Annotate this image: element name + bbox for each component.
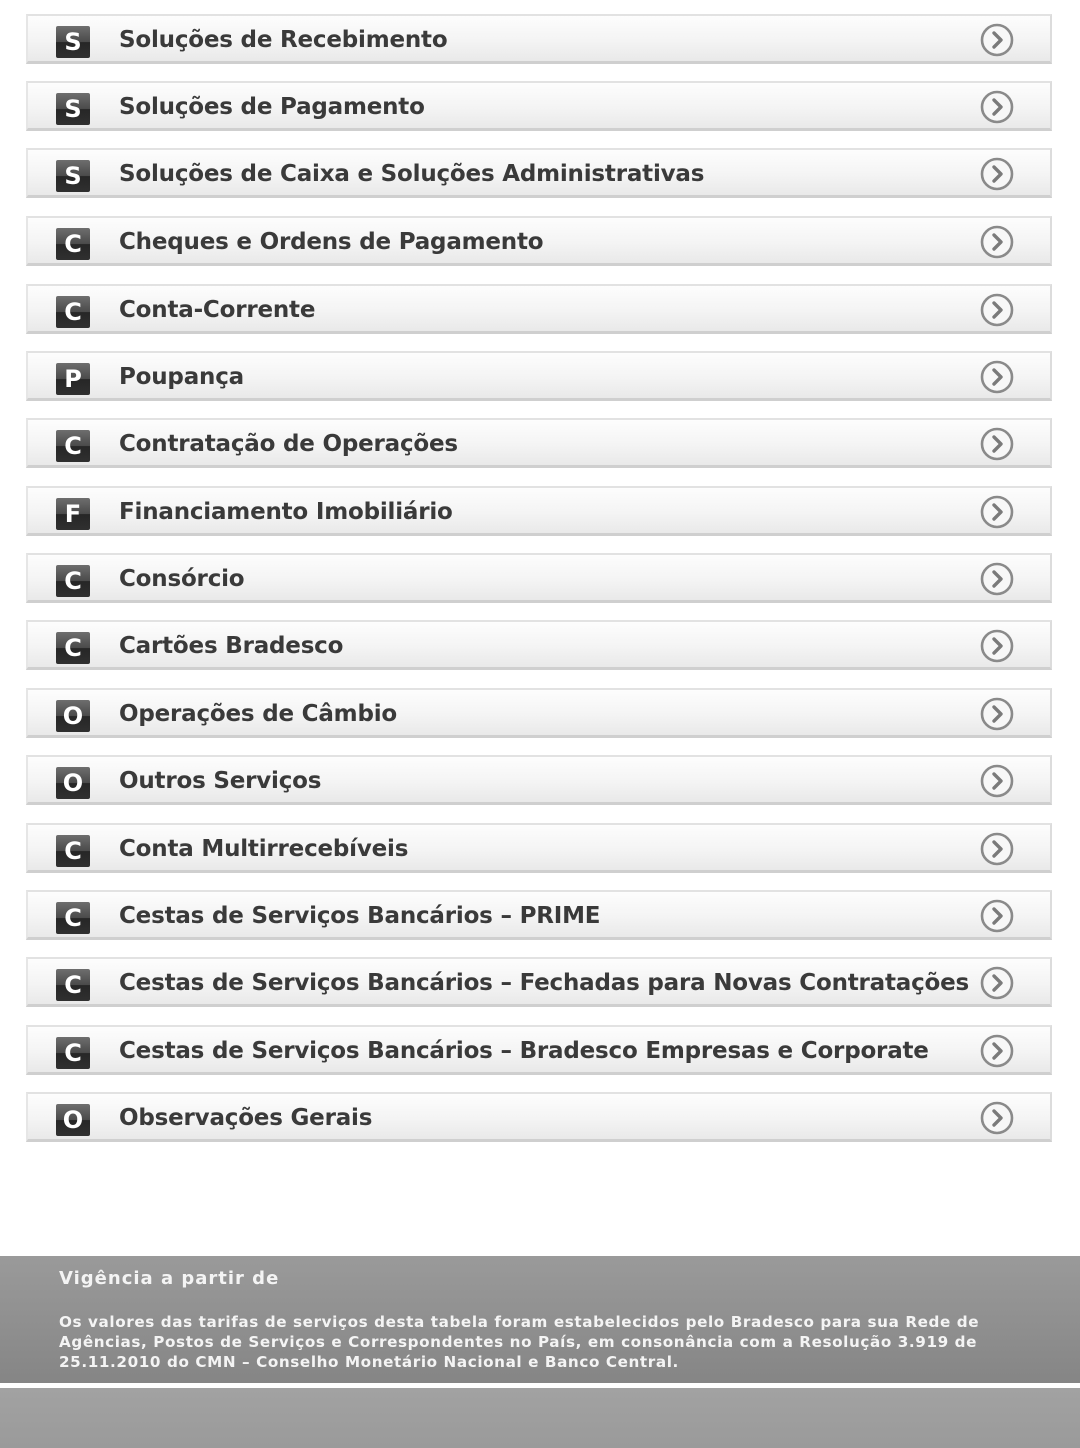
bottom-band	[0, 1388, 1080, 1448]
category-letter-badge: S	[56, 160, 90, 192]
chevron-right-circle-icon[interactable]	[980, 293, 1014, 327]
category-letter-badge: O	[56, 767, 90, 799]
chevron-right-circle-icon[interactable]	[980, 427, 1014, 461]
menu-item-label: Contratação de Operações	[119, 431, 458, 457]
menu-item[interactable]: S Soluções de Recebimento	[26, 14, 1052, 64]
category-letter-badge: S	[56, 93, 90, 125]
chevron-right-circle-icon[interactable]	[980, 899, 1014, 933]
menu-item-label: Soluções de Recebimento	[119, 27, 448, 53]
chevron-right-circle-icon[interactable]	[980, 23, 1014, 57]
menu-item-label: Consórcio	[119, 566, 245, 592]
menu-item-label: Cestas de Serviços Bancários – PRIME	[119, 903, 601, 929]
chevron-right-circle-icon[interactable]	[980, 764, 1014, 798]
chevron-right-circle-icon[interactable]	[980, 629, 1014, 663]
category-letter-badge: C	[56, 1037, 90, 1069]
tariff-disclaimer: Os valores das tarifas de serviços desta…	[59, 1313, 980, 1371]
menu-item[interactable]: C Consórcio	[26, 553, 1052, 603]
menu-item-label: Financiamento Imobiliário	[119, 499, 453, 525]
menu-item[interactable]: C Contratação de Operações	[26, 418, 1052, 468]
chevron-right-circle-icon[interactable]	[980, 832, 1014, 866]
category-letter-badge: F	[56, 498, 90, 530]
menu-item[interactable]: C Cheques e Ordens de Pagamento	[26, 216, 1052, 266]
footer-info-band: Vigência a partir de Os valores das tari…	[0, 1256, 1080, 1383]
menu-item-label: Soluções de Caixa e Soluções Administrat…	[119, 161, 705, 187]
category-letter-badge: C	[56, 902, 90, 934]
category-letter-badge: C	[56, 835, 90, 867]
menu-item-label: Cestas de Serviços Bancários – Bradesco …	[119, 1038, 929, 1064]
menu-item-label: Outros Serviços	[119, 768, 322, 794]
category-letter-badge: S	[56, 26, 90, 58]
chevron-right-circle-icon[interactable]	[980, 90, 1014, 124]
menu-item[interactable]: S Soluções de Caixa e Soluções Administra…	[26, 148, 1052, 198]
menu-item[interactable]: C Cestas de Serviços Bancários – Bradesco…	[26, 1025, 1052, 1075]
category-letter-badge: C	[56, 632, 90, 664]
menu-item[interactable]: C Conta Multirrecebíveis	[26, 823, 1052, 873]
chevron-right-circle-icon[interactable]	[980, 562, 1014, 596]
menu-item-label: Cheques e Ordens de Pagamento	[119, 229, 544, 255]
menu-item-label: Poupança	[119, 364, 244, 390]
chevron-right-circle-icon[interactable]	[980, 360, 1014, 394]
chevron-right-circle-icon[interactable]	[980, 157, 1014, 191]
category-letter-badge: C	[56, 969, 90, 1001]
menu-item-label: Soluções de Pagamento	[119, 94, 425, 120]
menu-item[interactable]: P Poupança	[26, 351, 1052, 401]
menu-item[interactable]: C Cestas de Serviços Bancários – PRIME	[26, 890, 1052, 940]
category-letter-badge: O	[56, 1104, 90, 1136]
menu-item[interactable]: C Cartões Bradesco	[26, 620, 1052, 670]
menu-item[interactable]: C Cestas de Serviços Bancários – Fechadas…	[26, 957, 1052, 1007]
chevron-right-circle-icon[interactable]	[980, 966, 1014, 1000]
menu-item-label: Cestas de Serviços Bancários – Fechadas …	[119, 970, 970, 996]
chevron-right-circle-icon[interactable]	[980, 697, 1014, 731]
menu-item[interactable]: F Financiamento Imobiliário	[26, 486, 1052, 536]
menu-item[interactable]: O Operações de Câmbio	[26, 688, 1052, 738]
menu-item-label: Cartões Bradesco	[119, 633, 344, 659]
category-letter-badge: C	[56, 565, 90, 597]
menu-item[interactable]: S Soluções de Pagamento	[26, 81, 1052, 131]
category-letter-badge: C	[56, 228, 90, 260]
validity-title: Vigência a partir de	[59, 1268, 280, 1289]
category-letter-badge: P	[56, 363, 90, 395]
menu-item-label: Operações de Câmbio	[119, 701, 397, 727]
chevron-right-circle-icon[interactable]	[980, 1034, 1014, 1068]
menu-item-label: Conta-Corrente	[119, 297, 316, 323]
menu-item[interactable]: C Conta-Corrente	[26, 284, 1052, 334]
category-letter-badge: C	[56, 430, 90, 462]
chevron-right-circle-icon[interactable]	[980, 1101, 1014, 1135]
menu-item-label: Conta Multirrecebíveis	[119, 836, 409, 862]
menu-item-label: Observações Gerais	[119, 1105, 373, 1131]
chevron-right-circle-icon[interactable]	[980, 225, 1014, 259]
category-letter-badge: O	[56, 700, 90, 732]
menu-item[interactable]: O Outros Serviços	[26, 755, 1052, 805]
menu-item[interactable]: O Observações Gerais	[26, 1092, 1052, 1142]
category-letter-badge: C	[56, 296, 90, 328]
chevron-right-circle-icon[interactable]	[980, 495, 1014, 529]
